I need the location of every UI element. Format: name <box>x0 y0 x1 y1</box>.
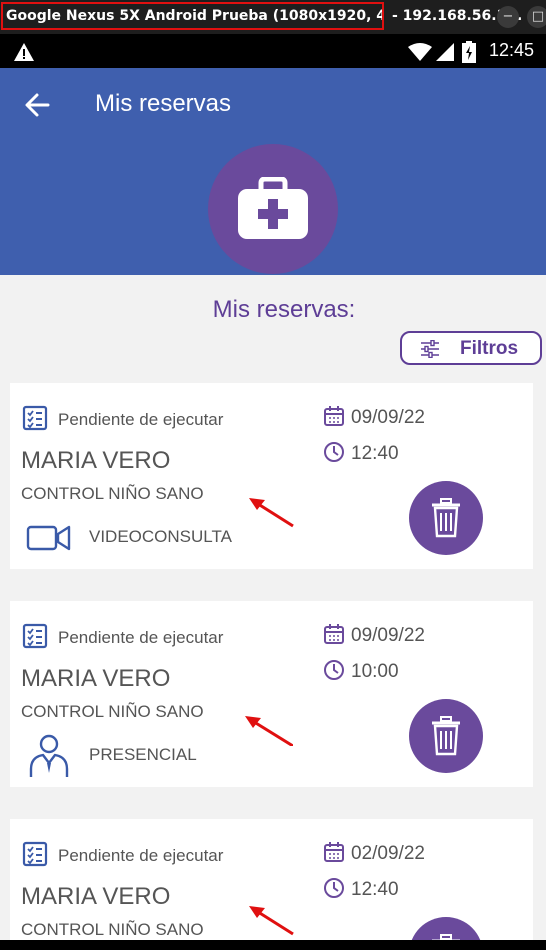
warning-icon <box>14 43 34 61</box>
bottom-edge <box>0 940 546 950</box>
reservation-card[interactable]: Pendiente de ejecutar MARIA VERO CONTROL… <box>10 601 533 787</box>
annotation-arrow-icon <box>249 498 294 528</box>
consultation-mode: VIDEOCONSULTA <box>89 527 232 546</box>
service-name: CONTROL NIÑO SANO <box>21 484 204 503</box>
annotation-arrow-icon <box>249 906 294 936</box>
reservation-date: 09/09/22 <box>351 407 425 428</box>
reservation-status: Pendiente de ejecutar <box>58 628 224 647</box>
delete-button[interactable] <box>409 917 483 940</box>
window-title: Google Nexus 5X Android Prueba (1080x192… <box>1 2 384 30</box>
patient-name: MARIA VERO <box>21 883 171 910</box>
wifi-icon <box>408 43 432 61</box>
delete-button[interactable] <box>409 699 483 773</box>
service-name: CONTROL NIÑO SANO <box>21 702 204 721</box>
video-camera-icon <box>26 525 71 551</box>
maximize-button[interactable]: □ <box>527 6 546 28</box>
minimize-button[interactable]: − <box>497 6 519 28</box>
reservation-time: 12:40 <box>351 879 399 900</box>
calendar-icon <box>324 842 344 862</box>
reservation-status: Pendiente de ejecutar <box>58 410 224 429</box>
trash-icon <box>432 716 460 756</box>
checklist-icon <box>22 405 48 431</box>
patient-name: MARIA VERO <box>21 665 171 692</box>
annotation-arrow-icon <box>245 716 293 746</box>
medical-kit-icon <box>238 177 308 239</box>
reservation-date: 09/09/22 <box>351 625 425 646</box>
status-time: 12:45 <box>488 40 534 60</box>
reservation-time: 12:40 <box>351 443 399 464</box>
person-icon <box>29 734 69 777</box>
clock-icon <box>324 878 344 898</box>
reservation-time: 10:00 <box>351 661 399 682</box>
trash-icon <box>432 498 460 538</box>
page-title: Mis reservas <box>95 90 232 117</box>
reservation-card[interactable]: Pendiente de ejecutar MARIA VERO CONTROL… <box>10 383 533 569</box>
delete-button[interactable] <box>409 481 483 555</box>
calendar-icon <box>324 624 344 644</box>
status-bar: 12:45 <box>0 34 546 68</box>
service-name: CONTROL NIÑO SANO <box>21 920 204 939</box>
medical-kit-badge <box>208 144 338 274</box>
section-title: Mis reservas: <box>212 296 356 323</box>
checklist-icon <box>22 841 48 867</box>
patient-name: MARIA VERO <box>21 447 171 474</box>
back-arrow-icon[interactable] <box>24 92 50 118</box>
filter-button[interactable]: Filtros <box>400 331 542 365</box>
filter-button-label: Filtros <box>460 338 519 359</box>
reservation-status: Pendiente de ejecutar <box>58 846 224 865</box>
sliders-icon <box>421 340 439 358</box>
checklist-icon <box>22 623 48 649</box>
signal-icon <box>436 43 454 61</box>
clock-icon <box>324 660 344 680</box>
consultation-mode: PRESENCIAL <box>89 745 197 764</box>
reservation-date: 02/09/22 <box>351 843 425 864</box>
clock-icon <box>324 442 344 462</box>
calendar-icon <box>324 406 344 426</box>
window-title-bar: Google Nexus 5X Android Prueba (1080x192… <box>0 0 546 34</box>
battery-icon <box>462 41 476 63</box>
